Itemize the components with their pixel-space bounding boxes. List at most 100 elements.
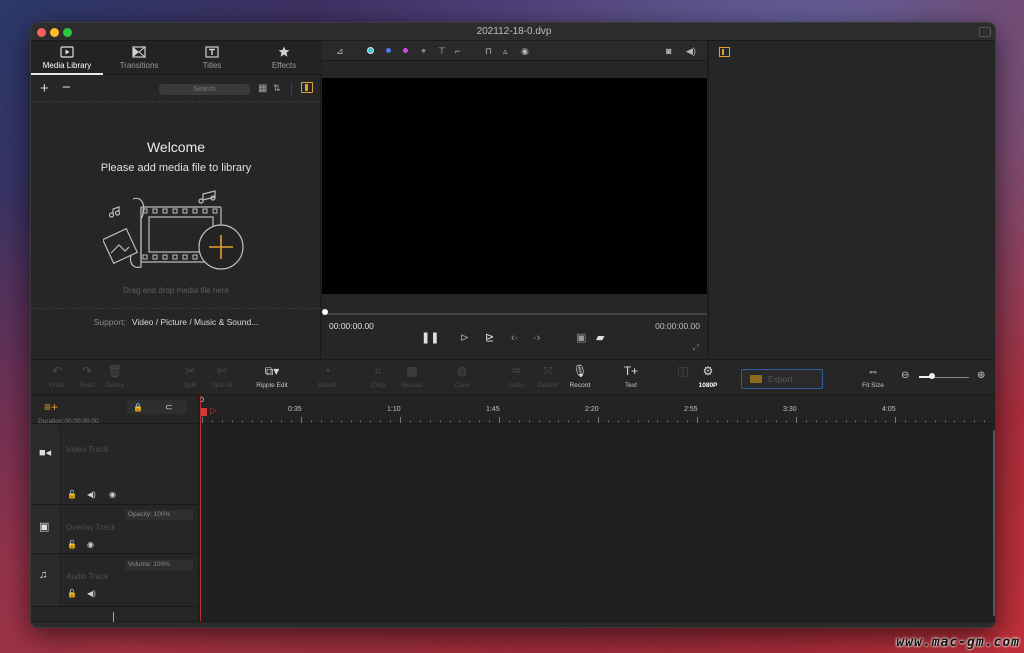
zoom-slider-knob[interactable]	[929, 373, 935, 379]
delete-button[interactable]: 🗑 Delete	[95, 364, 135, 389]
audio-track-header[interactable]: ♫ Volume: 100% Audio Track 🔓 ◀)	[31, 555, 199, 607]
ruler-tick	[697, 417, 698, 423]
ruler-tick	[984, 420, 986, 423]
mosaic-icon: ▩	[406, 364, 418, 378]
video-track-lock-icon[interactable]: 🔓	[67, 490, 77, 499]
playhead-arrow-icon[interactable]: ▷	[210, 405, 217, 416]
overlay-track-eye-icon[interactable]: ◉	[87, 540, 94, 549]
lock-all-tracks-icon[interactable]: 🔒	[133, 403, 143, 412]
preview-fullscreen-icon[interactable]: ⤢	[693, 343, 699, 353]
tab-media-library[interactable]: Media Library	[31, 41, 103, 75]
toggle-panel-icon[interactable]	[301, 82, 313, 93]
play-selection-icon[interactable]: ⊵	[485, 332, 494, 344]
ruler-tick	[578, 420, 580, 423]
support-value: Video / Picture / Music & Sound...	[131, 317, 259, 327]
grid-view-icon[interactable]: ▦	[258, 83, 267, 94]
ruler-tick	[202, 417, 203, 423]
timeline-area[interactable]: 0:35 1:10 1:45 2:20 2:55 3:30 4:05 0 ▷	[200, 396, 995, 621]
library-toolbar: + − ▦ ⇅	[31, 76, 321, 102]
microphone-icon: 🎙	[572, 364, 588, 378]
color-button[interactable]: ◍ Color	[442, 364, 482, 389]
preview-panel: ⊿ ⌖ ⊤ ⌐ ⊓ ▵ ◉ ◙ ◀) 00:00:00.00 00:00:00.…	[322, 41, 707, 359]
align-tool-icon[interactable]: ⊤	[438, 46, 446, 56]
safe-area-icon[interactable]: ⊿	[336, 46, 344, 56]
snap-magnet-icon[interactable]: ⊂	[165, 402, 173, 413]
add-media-illustration-icon[interactable]	[103, 189, 253, 275]
zoom-in-icon[interactable]: ⊕	[977, 370, 985, 381]
support-label: Support:	[93, 317, 126, 327]
select-tool-icon[interactable]: ⌖	[421, 46, 426, 56]
triangle-tool-icon[interactable]: ▵	[503, 46, 508, 56]
video-track-eye-icon[interactable]: ◉	[109, 490, 116, 499]
media-library-panel: Media Library Transitions Titles Effects	[31, 41, 321, 359]
window-fullscreen-icon[interactable]	[979, 27, 991, 37]
preview-volume-icon[interactable]: ◀)	[686, 46, 696, 56]
add-to-timeline-icon[interactable]: ▣	[576, 332, 586, 344]
video-track-header[interactable]: ■◂ Video Track 🔓 ◀) ◉	[31, 425, 199, 505]
color-dot-blue-icon[interactable]	[386, 48, 391, 53]
ruler-tick	[796, 417, 797, 423]
next-frame-icon[interactable]: ·›	[533, 332, 540, 344]
tab-transitions[interactable]: Transitions	[103, 41, 175, 75]
ruler-tick	[875, 420, 877, 423]
audio-track-lock-icon[interactable]: 🔓	[67, 589, 77, 598]
color-dot-magenta-icon[interactable]	[403, 48, 408, 53]
resolution-button[interactable]: ⚙ 1080P	[688, 364, 728, 389]
snapshot-camera-icon[interactable]: ◙	[666, 46, 671, 56]
ruler-tick	[558, 420, 560, 423]
ruler-tick	[360, 420, 362, 423]
play-clip-icon[interactable]: ⊳	[460, 332, 469, 344]
overlay-track-header[interactable]: ▣ Opacity: 100% Overlay Track 🔓 ◉	[31, 506, 199, 554]
video-track-volume-icon[interactable]: ◀)	[87, 490, 96, 499]
speed-button[interactable]: ◔ Speed	[307, 364, 347, 389]
text-button[interactable]: T+ Text	[611, 364, 651, 389]
color-palette-icon: ◍	[456, 364, 468, 378]
zoom-out-icon[interactable]: ⊖	[901, 370, 909, 381]
ripple-edit-icon: ⧉▾	[264, 364, 280, 378]
scrubber-handle[interactable]	[322, 309, 328, 315]
record-button[interactable]: 🎙 Record	[560, 364, 600, 389]
video-camera-icon: ■◂	[39, 447, 52, 459]
overlay-track-lock-icon[interactable]: 🔓	[67, 540, 77, 549]
export-frame-icon[interactable]: ▰	[596, 332, 604, 344]
toggle-properties-panel-icon[interactable]	[719, 47, 730, 57]
tab-transitions-label: Transitions	[119, 61, 159, 70]
lock-icon[interactable]: ⊓	[485, 46, 492, 56]
tab-media-library-label: Media Library	[42, 61, 92, 70]
remove-media-button[interactable]: −	[62, 79, 71, 96]
audio-track-name: Audio Track	[66, 572, 109, 581]
previous-frame-icon[interactable]: ‹·	[511, 332, 518, 344]
library-divider	[31, 308, 321, 309]
add-media-button[interactable]: +	[40, 80, 49, 97]
window-title: 202112-18-0.dvp	[476, 26, 552, 37]
app-window: 202112-18-0.dvp Media Library Transition…	[30, 22, 996, 628]
overlay-opacity-field[interactable]: Opacity: 100%	[125, 510, 193, 520]
fit-size-button[interactable]: ⇔ Fit Size	[853, 364, 893, 389]
ruler-tick	[746, 420, 748, 423]
mosaic-button[interactable]: ▩ Mosaic	[392, 364, 432, 389]
drag-drop-hint: Drag and drop media file here	[123, 286, 229, 295]
time-ruler[interactable]: 0:35 1:10 1:45 2:20 2:55 3:30 4:05	[200, 396, 995, 424]
color-dot-cyan-icon[interactable]	[368, 48, 373, 53]
export-button[interactable]: Export	[741, 369, 823, 389]
playhead-handle[interactable]	[200, 408, 207, 416]
visibility-eye-icon[interactable]: ◉	[521, 46, 529, 56]
audio-volume-field[interactable]: Volume: 100%	[125, 560, 193, 570]
ruler-tick	[350, 420, 352, 423]
split-all-button[interactable]: ✄ Split All	[202, 364, 242, 389]
tab-titles[interactable]: Titles	[176, 41, 248, 75]
ripple-edit-button[interactable]: ⧉▾ Ripple Edit	[252, 364, 292, 389]
video-preview-canvas[interactable]	[322, 78, 707, 294]
search-input[interactable]	[159, 84, 250, 95]
preview-scrubber[interactable]	[324, 313, 707, 315]
pause-icon[interactable]: ❚❚	[421, 332, 439, 344]
audio-track-volume-icon[interactable]: ◀)	[87, 589, 96, 598]
tab-effects[interactable]: Effects	[248, 41, 320, 75]
pointer-tool-icon[interactable]: ⌐	[455, 46, 460, 56]
sort-icon[interactable]: ⇅	[273, 83, 281, 94]
playhead-line[interactable]	[200, 396, 201, 621]
add-track-icon[interactable]: ≡+	[44, 400, 58, 414]
timeline-scrollbar[interactable]	[993, 430, 995, 616]
track-icon-cell: ■◂	[31, 425, 61, 504]
ruler-tick	[904, 420, 906, 423]
